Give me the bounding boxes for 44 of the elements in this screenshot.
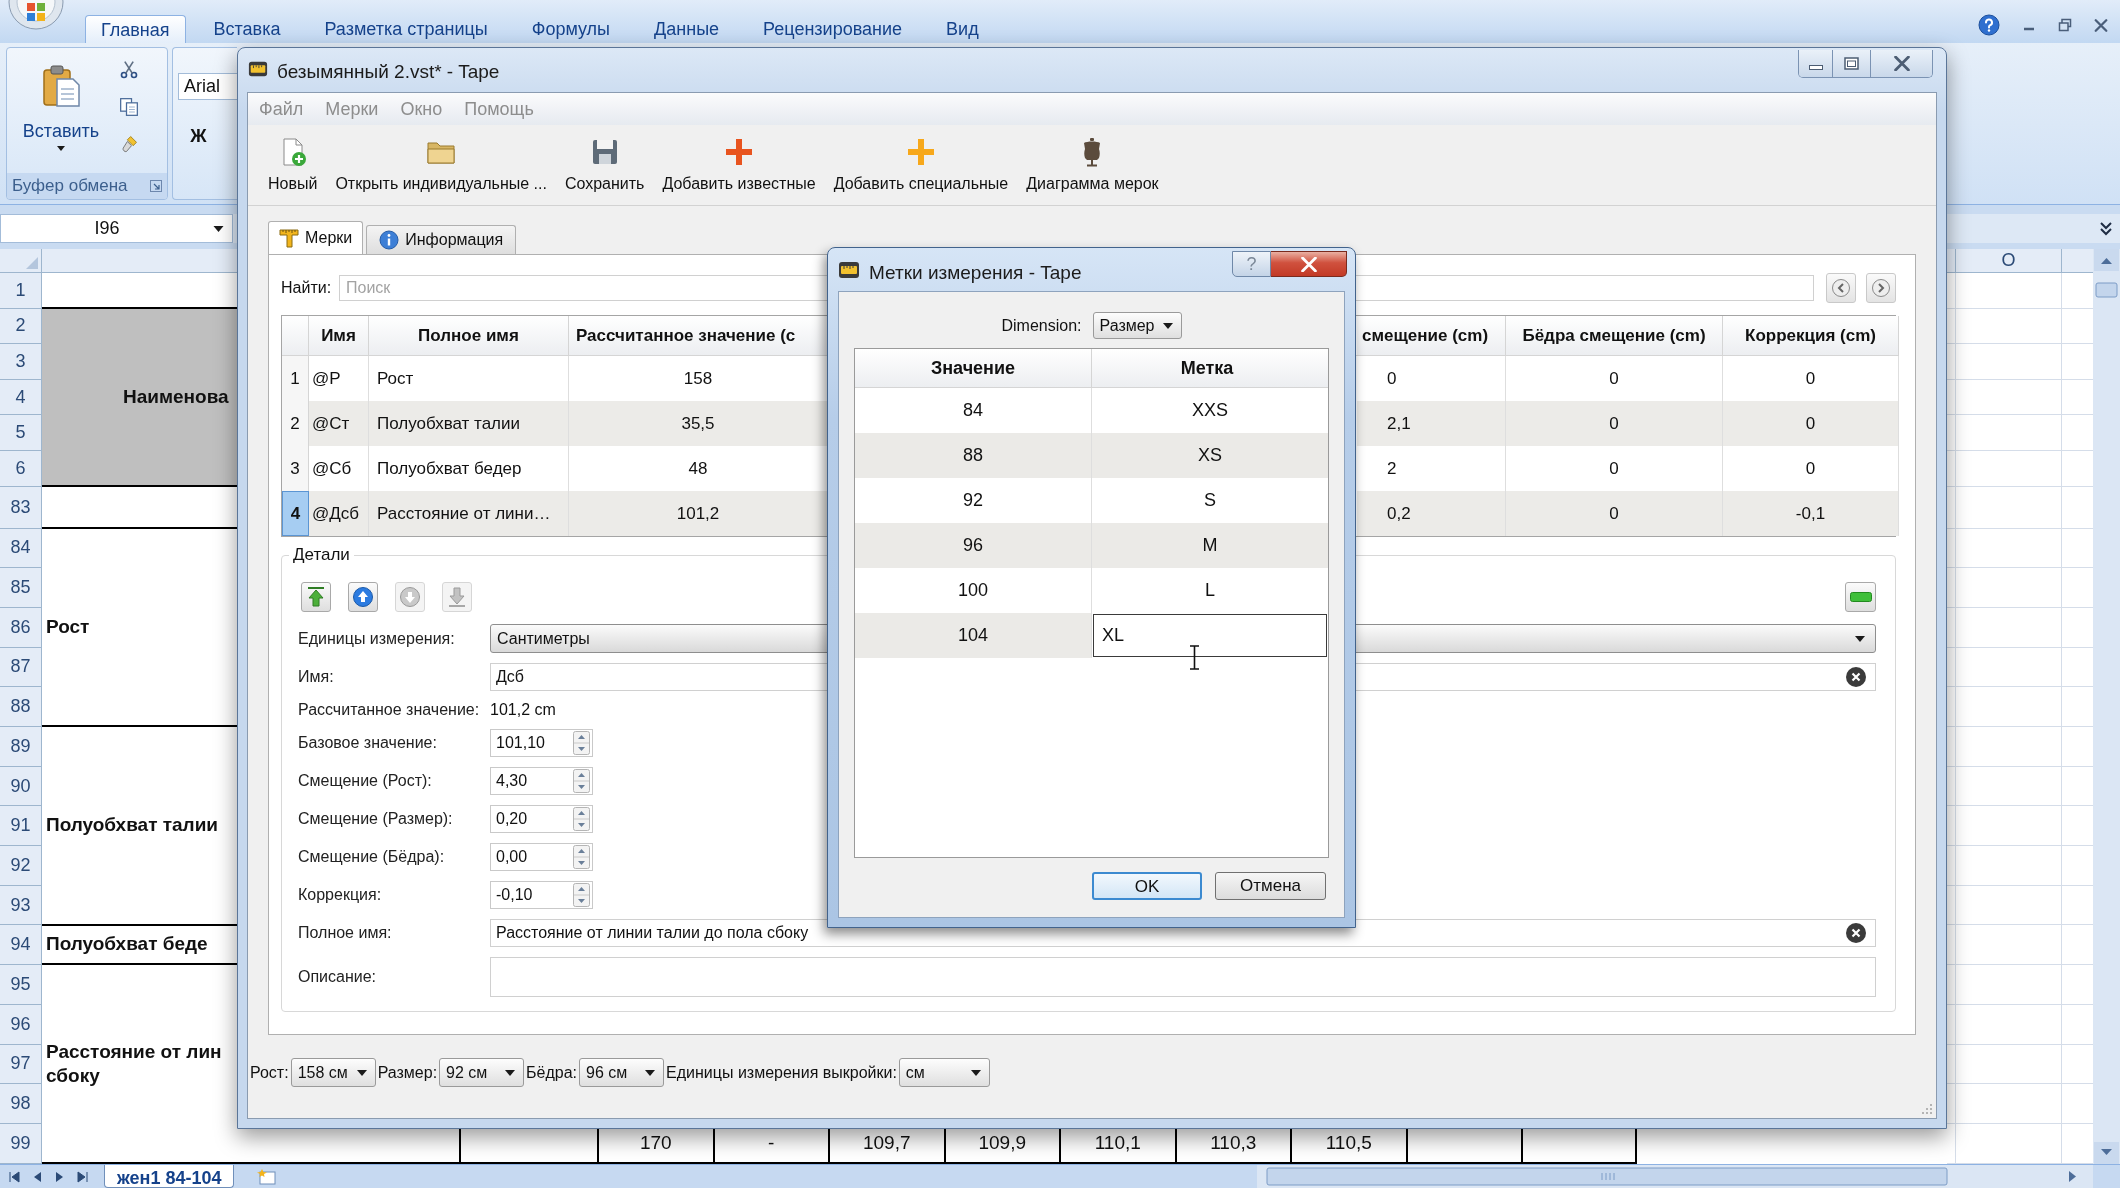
table-cell: @Ст (309, 401, 369, 446)
field-label: Dimension: (1001, 315, 1082, 336)
table-cell: 104 (855, 613, 1092, 658)
table-cell: Расстояние от лини… (369, 491, 569, 536)
dialog-title: Метки измерения - Tape (869, 261, 1082, 285)
cell-text: Наименова (123, 384, 230, 409)
table-cell: 35,5 (569, 401, 828, 446)
field-label: Описание: (298, 967, 378, 987)
cell-text: Полуобхват беде (46, 932, 209, 957)
table-cell: XS (1092, 433, 1328, 478)
field-label: Рост: (249, 1062, 290, 1083)
group-title: Детали (289, 546, 354, 564)
value-text: 101,2 cm (490, 700, 556, 720)
cell-text: Рост (46, 614, 91, 639)
field-label: Коррекция: (298, 885, 383, 905)
field-label: Единицы измерения выкройки: (665, 1062, 898, 1083)
cell-text: Полуобхват талии (46, 813, 220, 838)
table-cell: 2,1 (1357, 401, 1506, 446)
table-cell: 0,2 (1357, 491, 1506, 536)
cell-text: сбоку (46, 1063, 101, 1088)
table-cell: @Дсб (309, 491, 369, 536)
table-cell: 88 (855, 433, 1092, 478)
field-label: Полное имя: (298, 923, 393, 943)
window-title: безымянный 2.vst* - Tape (277, 60, 500, 84)
field-label: Базовое значение: (298, 733, 438, 753)
table-cell: Полуобхват талии (369, 401, 569, 446)
field-label: Найти: (281, 278, 333, 298)
field-label: Смещение (Рост): (298, 771, 433, 791)
field-label: Имя: (298, 667, 335, 687)
field-label: Смещение (Размер): (298, 809, 454, 829)
table-cell: 0 (1723, 401, 1899, 446)
group-label: Буфер обмена (12, 175, 128, 198)
field-label: Смещение (Бёдра): (298, 847, 446, 867)
field-label: Единицы измерения: (298, 628, 456, 649)
field-label: Рассчитанное значение: (298, 700, 481, 720)
table-cell: 96 (855, 523, 1092, 568)
table-cell: -0,1 (1723, 491, 1899, 536)
field-label: Бёдра: (525, 1062, 579, 1083)
cell-text: Расстояние от лин (46, 1039, 223, 1064)
table-cell: 0 (1506, 401, 1723, 446)
table-cell: M (1092, 523, 1328, 568)
table-cell: 0 (1506, 491, 1723, 536)
field-label: Размер: (376, 1062, 439, 1083)
table-cell: 101,2 (569, 491, 828, 536)
